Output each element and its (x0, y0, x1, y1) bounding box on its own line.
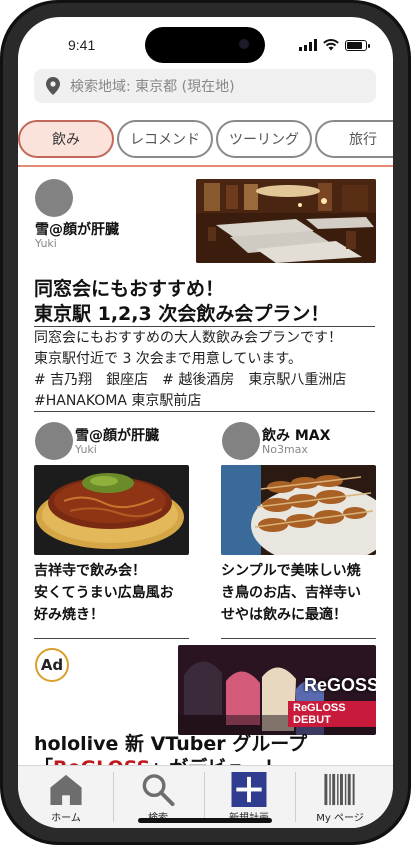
author-id: Yuki (75, 443, 97, 456)
feed[interactable]: 雪@顔が肝臓 Yuki 同窓会にもおすすめ！ 東京駅 1,2,3 次会飲み会プラ… (18, 169, 393, 765)
ad-banner-image[interactable]: ReGOSS ReGLOSS DEBUT (178, 645, 376, 735)
divider (34, 411, 375, 412)
wifi-icon (323, 39, 339, 51)
ad-title-line2[interactable]: 「ReGLOSS」がデビュー！ (34, 756, 384, 765)
phone-frame: 9:41 検索地域: 東京都 (現在地) 飲み レコメンド ツーリング 旅行 雪… (0, 0, 411, 845)
author-name[interactable]: 雪@顔が肝臓 (75, 425, 159, 445)
ad-title-accent: ReGLOSS (53, 757, 150, 765)
post-thumbnail-banquet-hall[interactable] (196, 179, 376, 263)
home-icon (50, 774, 82, 806)
search-placeholder: 検索地域: 東京都 (現在地) (70, 79, 235, 95)
ad-title-suffix: 」がデビュー！ (150, 757, 283, 765)
author-id: Yuki (35, 237, 57, 250)
bracket-open: 「 (34, 757, 53, 765)
ad-badge: Ad (35, 648, 69, 682)
post-hashtags-line2[interactable]: #HANAKOMA 東京駅前店 (34, 391, 201, 412)
status-time: 9:41 (68, 37, 96, 53)
nav-mypage[interactable]: My ページ (295, 772, 385, 824)
divider (221, 638, 376, 639)
nav-search[interactable]: 検索 (113, 772, 203, 824)
camera-dot (239, 39, 249, 49)
post-title-line2[interactable]: 安くてうまい広島風お (34, 582, 174, 604)
post-title-line3[interactable]: 好み焼き！ (34, 604, 104, 626)
avatar[interactable] (35, 179, 73, 217)
post-thumbnail-yakitori[interactable] (221, 465, 376, 555)
divider (34, 326, 375, 327)
post-body-line1: 同窓会にもおすすめの大人数飲み会プランです！ (34, 330, 342, 346)
post-title-line2[interactable]: き鳥のお店、吉祥寺い (221, 582, 361, 604)
category-tabs: 飲み レコメンド ツーリング 旅行 (18, 117, 393, 161)
screen: 9:41 検索地域: 東京都 (現在地) 飲み レコメンド ツーリング 旅行 雪… (18, 17, 393, 828)
search-icon (142, 774, 175, 807)
author-name[interactable]: 雪@顔が肝臓 (35, 219, 119, 239)
barcode-icon (324, 773, 355, 806)
tab-travel[interactable]: 旅行 (315, 120, 393, 158)
battery-icon (345, 39, 370, 51)
post-title-line2[interactable]: 東京駅 1,2,3 次会飲み会プラン！ (34, 302, 329, 327)
tab-recommend[interactable]: レコメンド (117, 120, 213, 158)
divider (34, 638, 189, 639)
avatar[interactable] (35, 422, 73, 460)
location-pin-icon (46, 77, 60, 95)
post-title-line1[interactable]: シンプルで美味しい焼 (221, 560, 361, 582)
ad-title-line1[interactable]: hololive 新 VTuber グループ (34, 732, 384, 756)
ad-banner-subtitle: ReGLOSS DEBUT (288, 701, 376, 727)
post-hashtags-line1[interactable]: # 吉乃翔 銀座店 # 越後酒房 東京駅八重洲店 (34, 370, 346, 391)
tab-nomi[interactable]: 飲み (18, 120, 114, 158)
signal-icon (299, 39, 317, 51)
nav-new-plan[interactable]: 新規計画 (204, 772, 294, 824)
plus-icon (231, 772, 267, 807)
dynamic-island (145, 27, 265, 63)
post-title-line3[interactable]: せやは飲みに最適！ (221, 604, 347, 626)
post-body-line2: 東京駅付近で 3 次会まで用意しています。 (34, 351, 302, 367)
search-bar[interactable]: 検索地域: 東京都 (現在地) (34, 69, 376, 103)
tab-touring[interactable]: ツーリング (216, 120, 312, 158)
home-indicator[interactable] (138, 818, 272, 823)
post-title-line1[interactable]: 同窓会にもおすすめ！ (34, 277, 224, 302)
author-name[interactable]: 飲み MAX (262, 425, 330, 445)
author-id: No3max (262, 443, 308, 456)
nav-home[interactable]: ホーム (21, 772, 111, 824)
nav-label: ホーム (51, 813, 81, 824)
tab-underline (18, 165, 393, 167)
status-icons (299, 39, 370, 51)
post-title-line1[interactable]: 吉祥寺で飲み会！ (34, 560, 146, 582)
post-thumbnail-okonomiyaki[interactable] (34, 465, 189, 555)
ad-banner-logo: ReGOSS (304, 675, 376, 695)
nav-label: My ページ (316, 813, 364, 824)
avatar[interactable] (222, 422, 260, 460)
